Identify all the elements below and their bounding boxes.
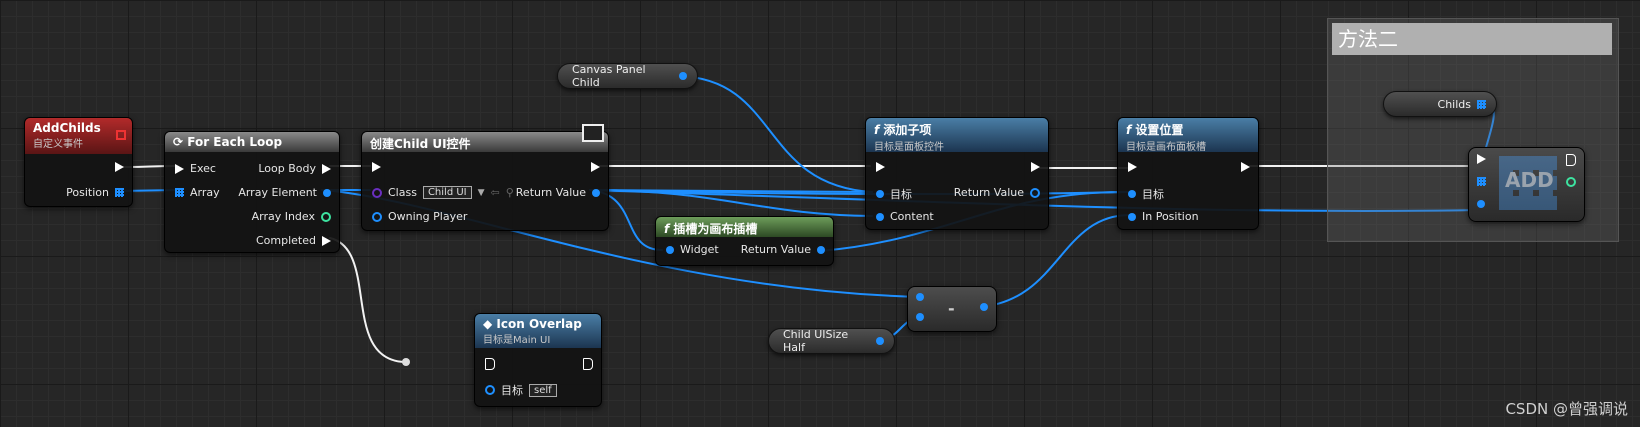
node-title: For Each Loop <box>187 135 283 149</box>
array-pin-icon[interactable] <box>1477 177 1486 186</box>
pin-label: Class <box>388 186 417 199</box>
pin-label: Position <box>66 186 109 199</box>
event-icon: ◆ <box>483 317 497 331</box>
array-pin-icon[interactable] <box>115 188 124 197</box>
variable-label: Childs <box>1437 97 1471 111</box>
pin-label: Return Value <box>740 243 811 256</box>
object-pin[interactable] <box>817 245 825 254</box>
pin-label: Return Value <box>515 186 586 199</box>
class-dropdown[interactable]: Child UI <box>422 186 472 199</box>
loop-icon: ⟳ <box>173 135 188 149</box>
object-pin[interactable] <box>485 385 495 395</box>
object-pin[interactable] <box>876 190 884 198</box>
pin-label: Loop Body <box>258 162 316 175</box>
exec-out-pin[interactable] <box>1241 162 1250 172</box>
function-icon: f <box>874 123 884 137</box>
vector-pin[interactable] <box>980 303 988 311</box>
arrow-left-icon[interactable]: ⇦ <box>491 186 500 199</box>
exec-out-pin[interactable] <box>322 235 331 246</box>
object-pin[interactable] <box>876 212 884 221</box>
chevron-down-icon[interactable]: ▼ <box>478 188 485 198</box>
pin-label: 目标 <box>890 188 912 201</box>
self-input[interactable]: self <box>529 383 557 397</box>
pin-label: 目标 <box>501 384 523 397</box>
pin-label: Return Value <box>953 186 1024 199</box>
node-title: 插槽为画布插槽 <box>673 222 758 236</box>
delegate-pin[interactable] <box>116 130 126 140</box>
object-pin[interactable] <box>679 72 687 80</box>
array-pin-icon[interactable] <box>1477 99 1486 109</box>
object-pin[interactable] <box>323 188 331 197</box>
exec-in-pin[interactable] <box>372 162 381 172</box>
pin-label: Array <box>190 186 220 199</box>
exec-in-pin[interactable] <box>1128 162 1137 172</box>
array-pin-icon[interactable] <box>175 188 184 197</box>
exec-out-pin[interactable] <box>322 163 331 174</box>
watermark: CSDN @曾强调说 <box>1505 400 1628 418</box>
node-title: ADD <box>1505 168 1554 192</box>
search-icon[interactable]: ⚲ <box>506 186 514 199</box>
childs-getter[interactable]: Childs <box>1383 91 1497 117</box>
function-icon: f <box>1126 123 1136 137</box>
object-pin[interactable] <box>592 188 600 197</box>
pin-label: Owning Player <box>388 210 468 223</box>
vector-pin[interactable] <box>1128 212 1136 221</box>
pin-label: Exec <box>190 162 216 175</box>
exec-out-pin[interactable] <box>591 162 600 172</box>
int-pin[interactable] <box>321 211 331 222</box>
vector-pin[interactable] <box>876 337 884 345</box>
pin-label: Array Element <box>238 186 317 199</box>
create-widget-node[interactable]: 创建Child UI控件 Class Child UI ▼ ⇦ ⚲ Return Val… <box>361 124 609 231</box>
exec-out-pin[interactable] <box>1031 162 1040 172</box>
operator-label: - <box>948 299 955 318</box>
pin-label: Completed <box>256 234 316 247</box>
pin-label: Array Index <box>251 210 315 223</box>
node-title: 设置位置 <box>1135 123 1184 137</box>
node-subtitle: 目标是画布面板槽 <box>1126 142 1206 153</box>
class-pin[interactable] <box>372 187 382 198</box>
exec-in-pin[interactable] <box>1477 154 1486 164</box>
vector-pin[interactable] <box>916 293 924 301</box>
exec-in-pin[interactable] <box>175 163 184 174</box>
slot-as-canvas-slot-node[interactable]: f 插槽为画布插槽 Widget Return Value <box>655 216 834 266</box>
exec-in-pin[interactable] <box>876 162 885 172</box>
icon-overlap-node[interactable]: ◆ Icon Overlap 目标是Main UI 目标 self <box>474 313 602 407</box>
add-child-node[interactable]: f 添加子项 目标是面板控件 目标 Return Value Content <box>865 117 1049 230</box>
monitor-icon <box>582 124 604 142</box>
child-uisize-half-getter[interactable]: Child UISize Half <box>768 328 895 354</box>
pin-label: 目标 <box>1142 188 1164 201</box>
exec-out-pin[interactable] <box>115 162 124 172</box>
function-icon: f <box>664 222 670 236</box>
comment-title[interactable]: 方法二 <box>1332 23 1612 55</box>
node-subtitle: 目标是面板控件 <box>874 142 944 153</box>
addchilds-event-node[interactable]: AddChilds 自定义事件 Position <box>24 117 133 207</box>
set-position-node[interactable]: f 设置位置 目标是画布面板槽 目标 In Position <box>1117 117 1259 230</box>
object-pin[interactable] <box>666 245 674 254</box>
object-pin[interactable] <box>1128 190 1136 198</box>
pin-label: In Position <box>1142 210 1199 223</box>
exec-in-pin[interactable] <box>485 358 495 370</box>
pin-label: Content <box>890 210 934 223</box>
node-subtitle: 目标是Main UI <box>483 335 551 346</box>
array-add-node[interactable]: ADD <box>1468 147 1585 222</box>
vector-pin[interactable] <box>916 313 924 321</box>
pin-label: Widget <box>680 243 719 256</box>
node-title: Icon Overlap <box>496 317 582 331</box>
variable-label: Child UISize Half <box>783 328 849 354</box>
int-pin[interactable] <box>1566 177 1576 187</box>
node-title: 创建Child UI控件 <box>370 137 471 151</box>
exec-out-pin[interactable] <box>1566 154 1576 166</box>
object-pin[interactable] <box>1030 187 1040 198</box>
node-title: 添加子项 <box>883 123 932 137</box>
object-pin[interactable] <box>1477 200 1485 208</box>
exec-out-pin[interactable] <box>583 358 593 370</box>
object-pin[interactable] <box>372 211 382 222</box>
subtract-node[interactable]: - <box>907 286 997 332</box>
for-each-loop-node[interactable]: ⟳ For Each Loop Exec Loop Body Array Arr… <box>164 131 340 253</box>
variable-label: Canvas Panel Child <box>572 63 646 89</box>
canvas-panel-child-getter[interactable]: Canvas Panel Child <box>557 63 698 89</box>
